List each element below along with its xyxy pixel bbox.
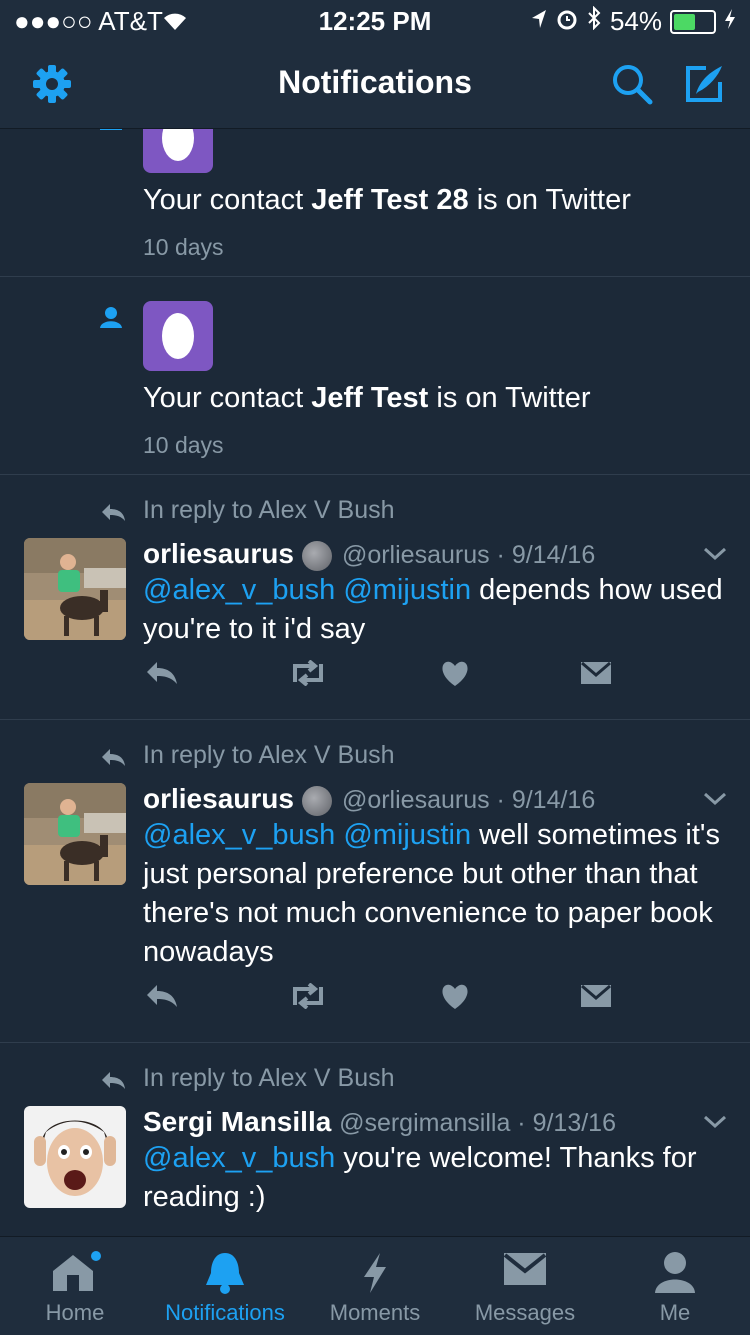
reply-icon[interactable]	[145, 983, 179, 1014]
avatar[interactable]	[24, 783, 126, 885]
notifications-feed[interactable]: Your contact Jeff Test 28 is on Twitter …	[0, 129, 750, 1235]
person-icon	[99, 306, 123, 333]
tab-messages[interactable]: Messages	[450, 1237, 600, 1335]
contact-notification[interactable]: Your contact Jeff Test 28 is on Twitter …	[0, 129, 750, 277]
tab-home[interactable]: Home	[0, 1237, 150, 1335]
status-bar: ●●●○○ AT&T 12:25 PM 54%	[0, 0, 750, 40]
avatar[interactable]	[24, 1106, 126, 1208]
reply-context[interactable]: In reply to Alex V Bush	[143, 496, 395, 525]
tweet-header: orliesaurus @orliesaurus · 9/14/16	[143, 783, 596, 816]
tab-moments[interactable]: Moments	[300, 1237, 450, 1335]
display-name[interactable]: Sergi Mansilla	[143, 1106, 331, 1137]
tweet-header: Sergi Mansilla @sergimansilla · 9/13/16	[143, 1106, 616, 1137]
like-icon[interactable]	[440, 983, 470, 1016]
tab-me[interactable]: Me	[600, 1237, 750, 1335]
charging-icon	[724, 6, 736, 37]
tweet-header: orliesaurus @orliesaurus · 9/14/16	[143, 538, 596, 571]
avatar[interactable]	[24, 538, 126, 640]
reply-context[interactable]: In reply to Alex V Bush	[143, 1064, 395, 1093]
timestamp: 10 days	[143, 432, 224, 458]
person-icon	[100, 129, 122, 130]
direct-message-icon[interactable]	[580, 660, 612, 691]
chevron-down-icon[interactable]	[702, 791, 728, 812]
avatar[interactable]	[143, 301, 213, 371]
notification-text: Your contact Jeff Test 28 is on Twitter	[143, 184, 631, 216]
search-icon[interactable]	[610, 62, 654, 106]
envelope-icon	[502, 1251, 548, 1292]
contact-name[interactable]: Jeff Test	[311, 382, 428, 414]
display-name[interactable]: orliesaurus	[143, 538, 294, 569]
home-icon	[49, 1251, 101, 1298]
tweet-date: 9/13/16	[532, 1109, 616, 1137]
mentions[interactable]: @alex_v_bush @mijustin	[143, 574, 471, 606]
tweet-text: @alex_v_bush @mijustin well sometimes it…	[143, 819, 720, 968]
compose-icon[interactable]	[682, 62, 726, 106]
contact-notification[interactable]: Your contact Jeff Test is on Twitter 10 …	[0, 276, 750, 475]
tweet-item[interactable]: In reply to Alex V Bush orliesaurus @orli…	[0, 719, 750, 1043]
reply-context[interactable]: In reply to Alex V Bush	[143, 741, 395, 770]
reply-indicator-icon	[100, 747, 126, 772]
retweet-icon[interactable]	[287, 982, 329, 1014]
tweet-date: 9/14/16	[511, 786, 596, 814]
moon-emoji-icon	[301, 540, 332, 571]
battery-icon	[670, 9, 716, 34]
retweet-icon[interactable]	[287, 659, 329, 691]
tweet-item[interactable]: In reply to Alex V Bush Sergi Mansilla @…	[0, 1042, 750, 1235]
avatar[interactable]	[143, 129, 213, 173]
battery-percent: 54%	[609, 6, 662, 36]
moon-emoji-icon	[301, 785, 332, 816]
navigation-bar: Notifications	[0, 40, 750, 129]
reply-icon[interactable]	[145, 660, 179, 691]
tweet-date: 9/14/16	[511, 541, 596, 569]
chevron-down-icon[interactable]	[702, 546, 728, 567]
chevron-down-icon[interactable]	[702, 1114, 728, 1135]
handle[interactable]: @orliesaurus	[342, 541, 490, 569]
tweet-text: @alex_v_bush @mijustin depends how used …	[143, 574, 723, 645]
mentions[interactable]: @alex_v_bush	[143, 1142, 335, 1174]
tweet-item[interactable]: In reply to Alex V Bush orliesaurus @orli…	[0, 474, 750, 720]
lightning-icon	[360, 1251, 390, 1300]
alarm-icon	[556, 6, 578, 37]
status-right: 54%	[530, 5, 736, 37]
display-name[interactable]: orliesaurus	[143, 783, 294, 814]
person-icon	[654, 1251, 696, 1300]
notification-text: Your contact Jeff Test is on Twitter	[143, 382, 591, 414]
direct-message-icon[interactable]	[580, 983, 612, 1014]
bell-icon	[203, 1251, 247, 1300]
like-icon[interactable]	[440, 660, 470, 693]
tab-notifications[interactable]: Notifications	[150, 1237, 300, 1335]
tweet-actions	[143, 659, 623, 700]
mentions[interactable]: @alex_v_bush @mijustin	[143, 819, 471, 851]
contact-name[interactable]: Jeff Test 28	[311, 184, 468, 216]
reply-indicator-icon	[100, 1070, 126, 1095]
reply-indicator-icon	[100, 502, 126, 527]
timestamp: 10 days	[143, 234, 224, 260]
handle[interactable]: @orliesaurus	[342, 786, 490, 814]
tweet-actions	[143, 982, 623, 1023]
location-icon	[530, 6, 548, 37]
bluetooth-icon	[586, 5, 602, 37]
tab-bar: Home Notifications Moments Messages Me	[0, 1236, 750, 1335]
tweet-text: @alex_v_bush you're welcome! Thanks for …	[143, 1142, 697, 1213]
handle[interactable]: @sergimansilla	[339, 1109, 510, 1137]
